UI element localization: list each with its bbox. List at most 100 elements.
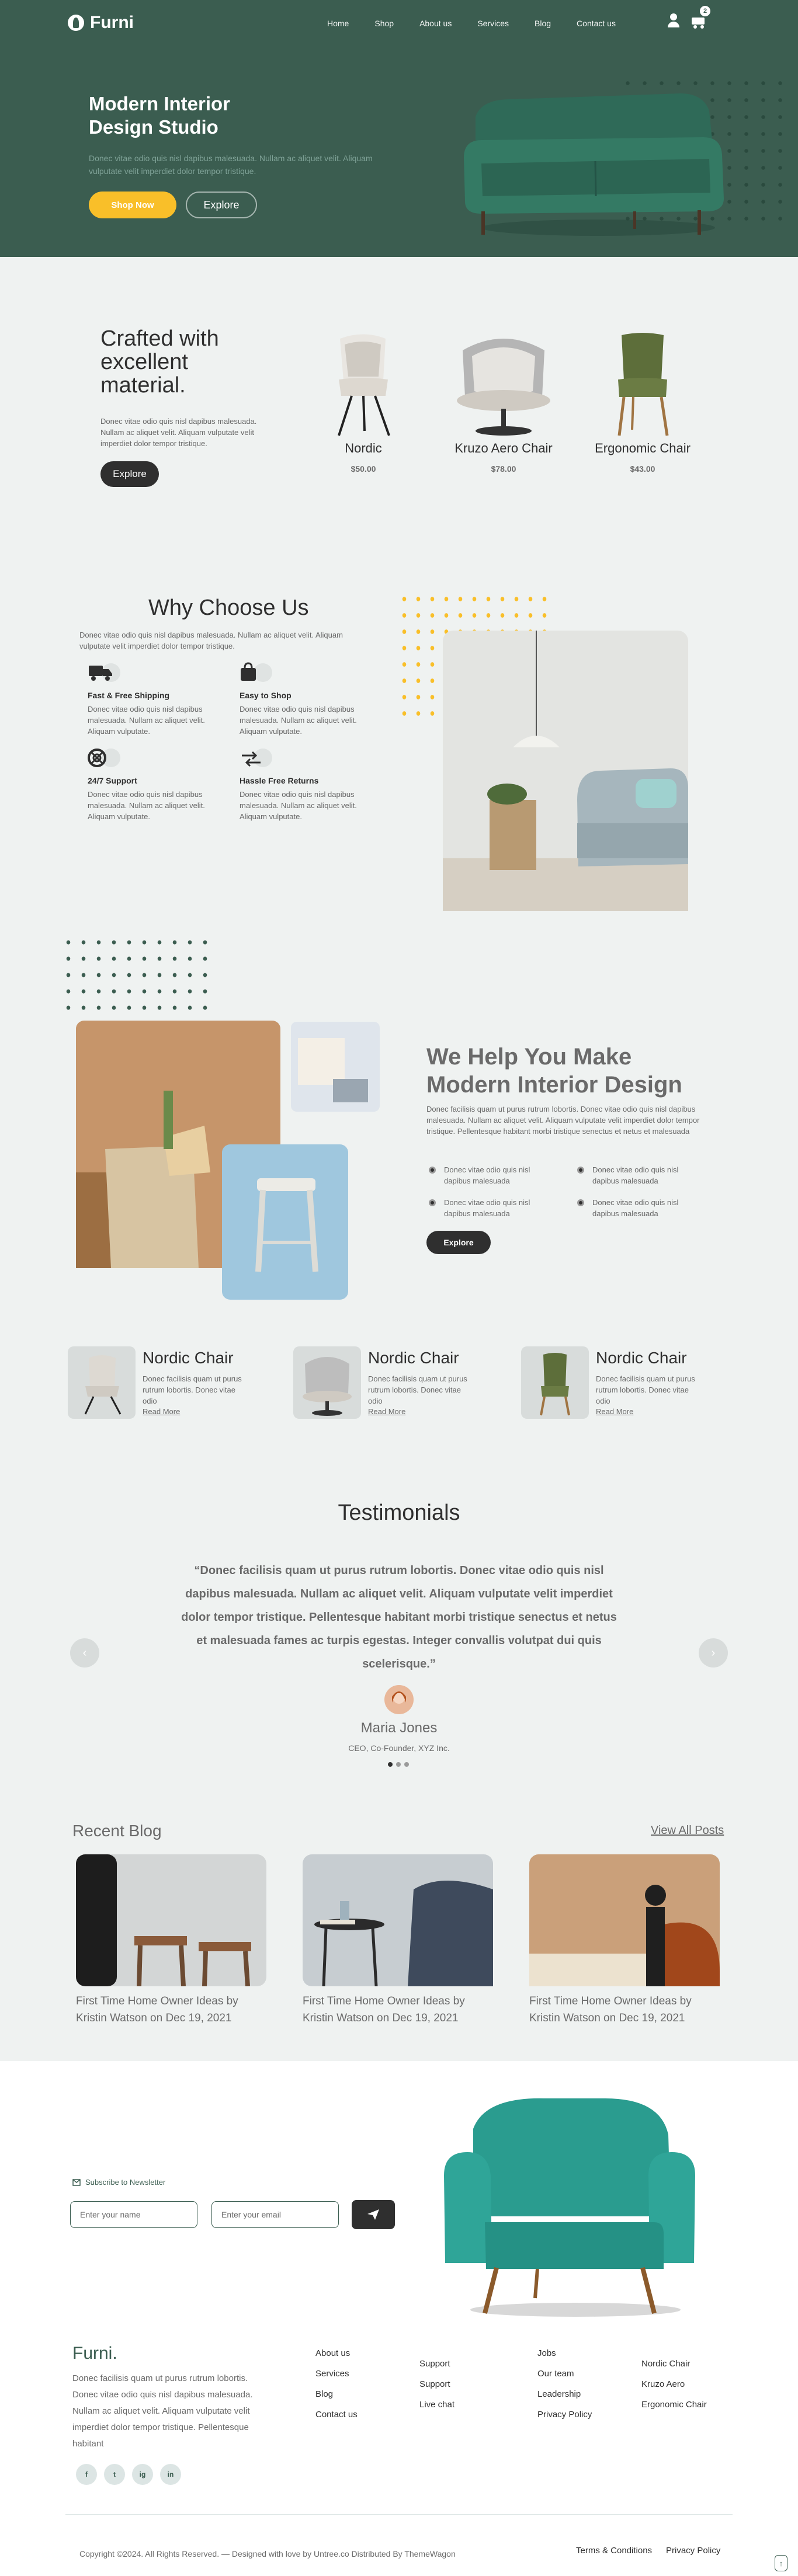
footer-description: Donec facilisis quam ut purus rutrum lob… [72,2373,253,2449]
ergonomic-chair-image [617,333,669,436]
footer-link[interactable]: Leadership [537,2389,592,2399]
bag-icon [241,662,272,682]
brand-name: Furni [90,13,134,32]
blog-post-title: First Time Home Owner Ideas by [76,1995,238,2007]
nav-contact[interactable]: Contact us [577,19,616,28]
products-description: Donec vitae odio quis nisl dapibus males… [100,417,257,448]
prev-arrow-icon[interactable]: ‹ [70,1638,99,1668]
footer-link[interactable]: Kruzo Aero [641,2379,707,2389]
blog-post-meta: Kristin Watson on Dec 19, 2021 [529,2012,685,2024]
products-explore-button[interactable]: Explore [100,461,159,487]
blog-post-title: First Time Home Owner Ideas by [303,1995,465,2007]
testimonial-role: CEO, Co-Founder, XYZ Inc. [348,1743,450,1753]
nav-shop[interactable]: Shop [374,19,394,28]
view-all-link[interactable]: View All Posts [651,1824,724,1837]
popular-name: Nordic Chair [596,1349,687,1367]
footer-link[interactable]: Support [419,2379,454,2389]
bullet-icon [429,1167,436,1174]
brand-logo[interactable]: Furni [68,13,134,33]
popular-product[interactable]: Nordic Chair Donec facilisis quam ut pur… [68,1346,290,1422]
carousel-dot[interactable] [396,1762,401,1767]
footer-link[interactable]: Contact us [315,2410,358,2420]
subscribe-button[interactable] [352,2200,395,2229]
back-to-top-icon[interactable]: ↑ [775,2555,787,2571]
next-arrow-icon[interactable]: › [699,1638,728,1668]
blog-post-meta: Kristin Watson on Dec 19, 2021 [303,2012,459,2024]
blog-card[interactable]: First Time Home Owner Ideas by Kristin W… [303,1854,495,2027]
testimonial-name: Maria Jones [360,1720,438,1736]
blog-image [76,1854,266,1987]
feature-item: 24/7 Support Donec vitae odio quis nisl … [88,747,222,822]
footer-link[interactable]: Services [315,2369,358,2379]
footer-link[interactable]: Live chat [419,2400,454,2410]
social-links: f t ig in [76,2464,181,2485]
nav-blog[interactable]: Blog [535,19,551,28]
footer-link[interactable]: Blog [315,2389,358,2399]
name-input[interactable]: Enter your name [70,2201,197,2228]
bullet-icon [577,1167,584,1174]
bullet-icon [429,1199,436,1206]
feature-text: Donec vitae odio quis nisl dapibus males… [88,705,205,736]
product-card[interactable]: Ergonomic Chair $43.00 [584,327,701,485]
popular-product[interactable]: Nordic Chair Donec facilisis quam ut pur… [521,1346,743,1422]
carousel-dot[interactable] [404,1762,409,1767]
footer-brand[interactable]: Furni. [72,2344,117,2363]
read-more-link[interactable]: Read More [596,1407,633,1416]
read-more-link[interactable]: Read More [143,1407,180,1416]
popular-product[interactable]: Nordic Chair Donec facilisis quam ut pur… [293,1346,515,1422]
footer-link[interactable]: Jobs [537,2348,592,2358]
popular-text: Donec facilisis quam ut purus rutrum lob… [368,1374,467,1405]
product-card[interactable]: Kruzo Aero Chair $78.00 [439,327,568,485]
truck-icon [89,663,120,682]
main-nav: Home Shop About us Services Blog Contact… [327,19,641,28]
footer-link[interactable]: Ergonomic Chair [641,2400,707,2410]
feature-title: Easy to Shop [240,691,292,700]
carousel-dots [388,1762,409,1767]
blog-post-meta: Kristin Watson on Dec 19, 2021 [76,2012,232,2024]
email-input[interactable]: Enter your email [211,2201,339,2228]
copyright-text: Copyright ©2024. All Rights Reserved. — … [79,2549,456,2558]
products-title: Crafted with excellent material. [100,326,219,398]
footer-link[interactable]: About us [315,2348,358,2358]
product-card[interactable]: Nordic $50.00 [317,327,410,485]
instagram-icon[interactable]: ig [132,2464,153,2485]
cart-icon[interactable]: 2 [689,6,710,29]
read-more-link[interactable]: Read More [368,1407,405,1416]
footer-link[interactable]: Support [419,2359,454,2369]
carousel-dot[interactable] [388,1762,393,1767]
feature-text: Donec vitae odio quis nisl dapibus males… [240,705,357,736]
footer-link[interactable]: Nordic Chair [641,2359,707,2369]
why-title: Why Choose Us [148,596,309,620]
user-icon[interactable] [666,12,681,28]
nav-home[interactable]: Home [327,19,349,28]
bullet-item: Donec vitae odio quis nisl dapibus males… [429,1197,569,1219]
hero-title: Modern Interior Design Studio [89,93,231,138]
hero-section: Furni Home Shop About us Services Blog C… [0,0,798,257]
nav-about[interactable]: About us [419,19,452,28]
why-description: Donec vitae odio quis nisl dapibus males… [79,631,343,650]
product-thumb [521,1346,589,1419]
nav-services[interactable]: Services [477,19,509,28]
shop-now-button[interactable]: Shop Now [89,192,176,218]
facebook-icon[interactable]: f [76,2464,97,2485]
footer-link[interactable]: Our team [537,2369,592,2379]
nordic-chair-image [338,334,390,436]
privacy-link[interactable]: Privacy Policy [666,2546,720,2556]
blog-card[interactable]: First Time Home Owner Ideas by Kristin W… [529,1854,722,2027]
hero-explore-button[interactable]: Explore [186,192,257,218]
help-title: We Help You Make Modern Interior Design [426,1044,682,1098]
feature-title: Fast & Free Shipping [88,691,170,700]
linkedin-icon[interactable]: in [160,2464,181,2485]
terms-link[interactable]: Terms & Conditions [576,2546,652,2556]
interior-collage [76,1021,380,1300]
help-explore-button[interactable]: Explore [426,1231,491,1254]
envelope-icon [72,2178,81,2186]
twitter-icon[interactable]: t [104,2464,125,2485]
kruzo-chair-image [457,339,550,436]
product-name: Nordic [345,441,382,455]
help-bullets: Donec vitae odio quis nisl dapibus males… [429,1164,709,1223]
blog-card[interactable]: First Time Home Owner Ideas by Kristin W… [76,1854,269,2027]
footer-col-3: Jobs Our team Leadership Privacy Policy [537,2348,592,2420]
green-dot-pattern [61,934,216,1022]
footer-link[interactable]: Privacy Policy [537,2410,592,2420]
